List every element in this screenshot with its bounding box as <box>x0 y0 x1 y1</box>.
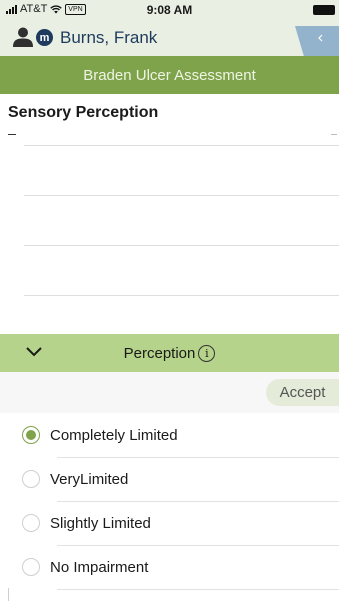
option-completely-limited[interactable]: Completely Limited <box>0 414 339 458</box>
divider <box>24 195 339 196</box>
radio-unselected-icon[interactable] <box>22 514 40 532</box>
scale-dash-left <box>8 134 16 135</box>
perception-label: Perception <box>123 345 196 362</box>
radio-selected-icon[interactable] <box>22 426 40 444</box>
option-slightly-limited[interactable]: Slightly Limited <box>0 502 339 546</box>
perception-label-row: Perception i <box>0 345 339 362</box>
battery-icon <box>313 5 335 15</box>
page-title: Braden Ulcer Assessment <box>0 56 339 94</box>
status-bar: AT&T VPN 9:08 AM <box>0 0 339 20</box>
option-label: No Impairment <box>50 559 149 576</box>
option-separator <box>57 589 339 590</box>
option-label: Completely Limited <box>50 427 178 444</box>
patient-header: m Burns, Frank <box>0 20 339 60</box>
m-badge-icon: m <box>36 29 53 46</box>
patient-name[interactable]: Burns, Frank <box>60 28 157 48</box>
accept-row: Accept <box>0 372 339 413</box>
scale-dash-right <box>331 134 337 135</box>
perception-section-header[interactable]: Perception i <box>0 334 339 372</box>
section-title: Sensory Perception <box>8 104 159 121</box>
divider <box>24 245 339 246</box>
next-option-edge <box>8 588 9 601</box>
status-time: 9:08 AM <box>146 3 193 17</box>
radio-unselected-icon[interactable] <box>22 558 40 576</box>
divider <box>24 295 339 296</box>
back-chevron-icon[interactable] <box>295 26 339 60</box>
option-no-impairment[interactable]: No Impairment <box>0 546 339 590</box>
divider <box>24 145 339 146</box>
radio-unselected-icon[interactable] <box>22 470 40 488</box>
info-icon[interactable]: i <box>198 345 216 362</box>
accept-button[interactable]: Accept <box>266 379 339 406</box>
option-very-limited[interactable]: VeryLimited <box>0 458 339 502</box>
option-label: Slightly Limited <box>50 515 151 532</box>
option-label: VeryLimited <box>50 471 129 488</box>
person-icon[interactable] <box>12 26 34 48</box>
